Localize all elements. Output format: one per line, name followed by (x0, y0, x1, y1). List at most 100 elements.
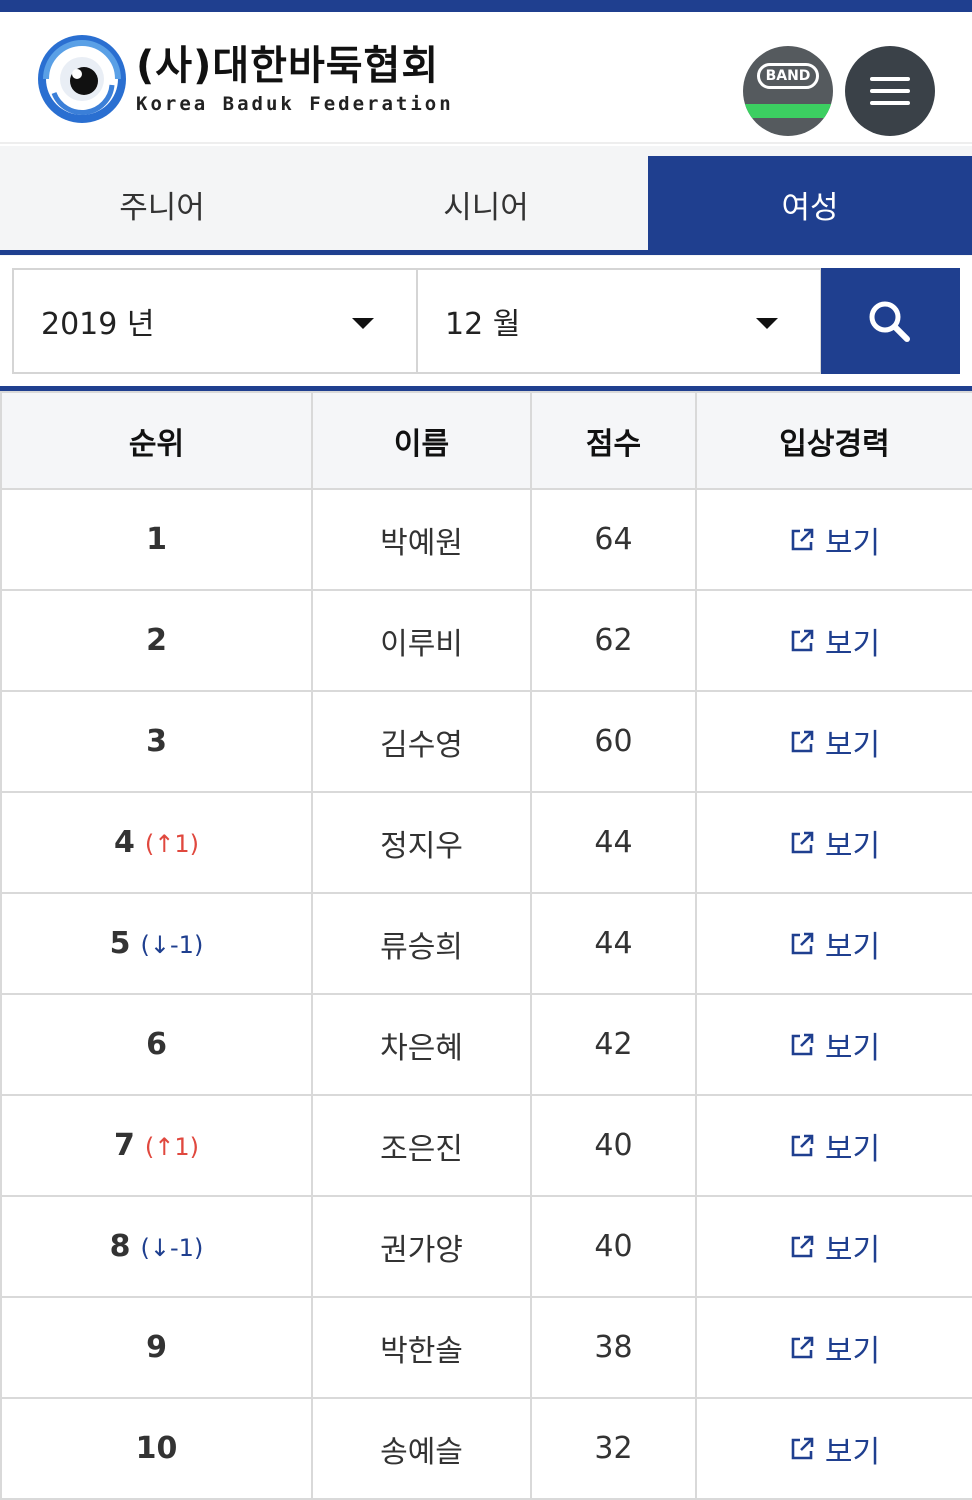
org-name-korean: (사)대한바둑협회 (136, 43, 440, 89)
category-tabs: 주니어 시니어 여성 (0, 146, 972, 256)
table-row: 9 박한솔 38 보기 (0, 1296, 972, 1399)
arrow-down-icon: ↓ (149, 1234, 171, 1262)
rank-value: 7 (113, 1128, 135, 1163)
view-awards-label: 보기 (824, 1131, 881, 1167)
player-score: 60 (530, 690, 697, 793)
chevron-down-icon (352, 318, 374, 329)
player-score: 44 (530, 892, 697, 995)
chevron-down-icon (756, 318, 778, 329)
rank-value: 6 (146, 1027, 167, 1062)
rank-change-value: -1 (170, 931, 194, 959)
year-select[interactable]: 2019 년 (12, 268, 418, 374)
rank-cell: 10 (0, 1397, 313, 1500)
rank-change-value: -1 (170, 1234, 194, 1262)
player-name: 차은혜 (311, 993, 532, 1096)
table-row: 1 박예원 64 보기 (0, 488, 972, 591)
external-link-icon (791, 730, 814, 752)
top-accent-bar (0, 0, 972, 12)
band-green-stripe (743, 104, 833, 118)
view-awards-link[interactable]: 보기 (789, 1225, 880, 1269)
awards-cell: 보기 (695, 993, 972, 1096)
month-select-value: 12 월 (445, 307, 521, 342)
player-name: 박예원 (311, 488, 532, 591)
rank-value: 4 (113, 825, 135, 860)
player-name: 정지우 (311, 791, 532, 894)
rank-cell: 4 (↑1) (0, 791, 313, 894)
tab-women[interactable]: 여성 (648, 156, 972, 252)
view-awards-link[interactable]: 보기 (789, 821, 880, 865)
table-row: 2 이루비 62 보기 (0, 589, 972, 692)
org-name-english: Korea Baduk Federation (136, 93, 454, 115)
table-row: 3 김수영 60 보기 (0, 690, 972, 793)
tab-senior[interactable]: 시니어 (324, 156, 648, 252)
table-header-row: 순위 이름 점수 입상경력 (0, 391, 972, 490)
view-awards-link[interactable]: 보기 (789, 922, 880, 966)
view-awards-label: 보기 (824, 1333, 881, 1369)
tab-junior[interactable]: 주니어 (0, 156, 324, 252)
table-row: 10 송예슬 32 보기 (0, 1397, 972, 1500)
external-link-icon (791, 528, 814, 550)
rank-value: 5 (109, 926, 131, 961)
view-awards-link[interactable]: 보기 (789, 1326, 880, 1370)
external-link-icon (791, 1033, 814, 1055)
site-header: (사)대한바둑협회 Korea Baduk Federation BAND (0, 12, 972, 144)
rank-change-value: 1 (174, 1133, 190, 1161)
rank-cell: 8 (↓-1) (0, 1195, 313, 1298)
rank-change-badge: (↑1) (144, 1133, 199, 1161)
table-row: 4 (↑1) 정지우 44 보기 (0, 791, 972, 894)
view-awards-link[interactable]: 보기 (789, 518, 880, 562)
player-score: 44 (530, 791, 697, 894)
player-name: 권가양 (311, 1195, 532, 1298)
rank-cell: 6 (0, 993, 313, 1096)
arrow-down-icon: ↓ (149, 931, 171, 959)
view-awards-label: 보기 (824, 626, 881, 662)
awards-cell: 보기 (695, 1296, 972, 1399)
search-button[interactable] (821, 268, 960, 374)
player-score: 40 (530, 1195, 697, 1298)
player-name: 김수영 (311, 690, 532, 793)
site-logo[interactable]: (사)대한바둑협회 Korea Baduk Federation (36, 34, 454, 124)
month-select[interactable]: 12 월 (416, 268, 822, 374)
view-awards-label: 보기 (824, 727, 881, 763)
menu-button[interactable] (845, 46, 935, 136)
rank-value: 2 (146, 623, 167, 658)
rank-change-value: 1 (174, 830, 190, 858)
arrow-up-icon: ↑ (154, 830, 175, 858)
table-row: 6 차은혜 42 보기 (0, 993, 972, 1096)
awards-cell: 보기 (695, 1094, 972, 1197)
column-header-score: 점수 (530, 391, 697, 490)
rank-cell: 9 (0, 1296, 313, 1399)
external-link-icon (791, 1336, 814, 1358)
column-header-awards: 입상경력 (695, 391, 972, 490)
table-row: 5 (↓-1) 류승희 44 보기 (0, 892, 972, 995)
player-score: 42 (530, 993, 697, 1096)
view-awards-link[interactable]: 보기 (789, 1124, 880, 1168)
awards-cell: 보기 (695, 791, 972, 894)
view-awards-link[interactable]: 보기 (789, 1427, 880, 1471)
view-awards-link[interactable]: 보기 (789, 1023, 880, 1067)
tabs-underline (0, 250, 972, 255)
rank-change-badge: (↑1) (144, 830, 199, 858)
player-score: 32 (530, 1397, 697, 1500)
go-stone-swirl-logo-icon (38, 35, 126, 123)
rank-cell: 7 (↑1) (0, 1094, 313, 1197)
rank-change-badge: (↓-1) (140, 931, 204, 959)
view-awards-link[interactable]: 보기 (789, 619, 880, 663)
external-link-icon (791, 932, 814, 954)
awards-cell: 보기 (695, 488, 972, 591)
player-name: 송예슬 (311, 1397, 532, 1500)
awards-cell: 보기 (695, 892, 972, 995)
rank-change-badge: (↓-1) (140, 1234, 204, 1262)
view-awards-label: 보기 (824, 828, 881, 864)
external-link-icon (791, 1437, 814, 1459)
rank-cell: 5 (↓-1) (0, 892, 313, 995)
view-awards-link[interactable]: 보기 (789, 720, 880, 764)
table-row: 8 (↓-1) 권가양 40 보기 (0, 1195, 972, 1298)
player-name: 박한솔 (311, 1296, 532, 1399)
awards-cell: 보기 (695, 690, 972, 793)
player-score: 64 (530, 488, 697, 591)
band-button[interactable]: BAND (743, 46, 833, 136)
awards-cell: 보기 (695, 589, 972, 692)
view-awards-label: 보기 (824, 1030, 881, 1066)
rank-cell: 1 (0, 488, 313, 591)
